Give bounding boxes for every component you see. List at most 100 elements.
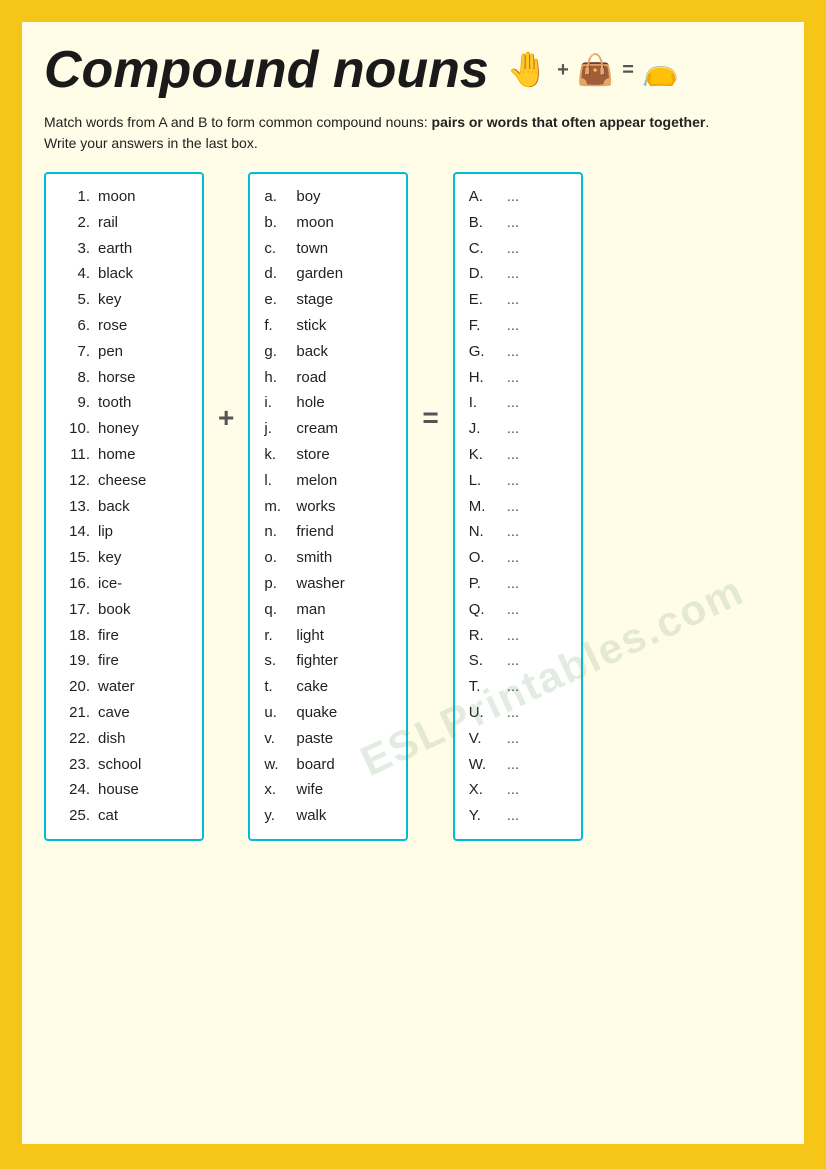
col-c-item: G....: [469, 339, 567, 365]
col-b-item: w.board: [264, 752, 392, 778]
answer-dots: ...: [507, 261, 520, 287]
answer-letter: V.: [469, 726, 499, 752]
handbag-icon: 👝: [642, 53, 679, 88]
item-number: 3.: [60, 236, 90, 262]
item-letter: s.: [264, 648, 286, 674]
item-word: town: [296, 236, 328, 262]
answer-letter: I.: [469, 390, 499, 416]
item-word: cake: [296, 674, 328, 700]
item-letter: h.: [264, 365, 286, 391]
col-c-item: B....: [469, 210, 567, 236]
col-c-item: M....: [469, 494, 567, 520]
col-a-item: 10.honey: [60, 416, 188, 442]
col-b-item: g.back: [264, 339, 392, 365]
item-number: 7.: [60, 339, 90, 365]
column-a-box: 1.moon2.rail3.earth4.black5.key6.rose7.p…: [44, 172, 204, 841]
col-c-item: S....: [469, 648, 567, 674]
item-word: melon: [296, 468, 337, 494]
col-c-item: W....: [469, 752, 567, 778]
col-a-item: 6.rose: [60, 313, 188, 339]
col-b-item: j.cream: [264, 416, 392, 442]
answer-dots: ...: [507, 648, 520, 674]
item-word: washer: [296, 571, 344, 597]
item-word: lip: [98, 519, 113, 545]
item-word: stick: [296, 313, 326, 339]
col-a-item: 23.school: [60, 752, 188, 778]
col-a-item: 2.rail: [60, 210, 188, 236]
item-word: tooth: [98, 390, 131, 416]
col-a-item: 15.key: [60, 545, 188, 571]
item-word: school: [98, 752, 141, 778]
answer-letter: E.: [469, 287, 499, 313]
col-a-item: 20.water: [60, 674, 188, 700]
col-c-item: J....: [469, 416, 567, 442]
item-word: friend: [296, 519, 334, 545]
answer-dots: ...: [507, 777, 520, 803]
item-word: man: [296, 597, 325, 623]
column-c-box: A....B....C....D....E....F....G....H....…: [453, 172, 583, 841]
item-word: quake: [296, 700, 337, 726]
item-number: 13.: [60, 494, 90, 520]
col-a-item: 7.pen: [60, 339, 188, 365]
item-word: store: [296, 442, 329, 468]
answer-dots: ...: [507, 313, 520, 339]
item-word: walk: [296, 803, 326, 829]
col-a-item: 5.key: [60, 287, 188, 313]
item-word: cheese: [98, 468, 146, 494]
plus-operator: +: [218, 172, 234, 434]
col-b-item: r.light: [264, 623, 392, 649]
col-b-item: x.wife: [264, 777, 392, 803]
answer-letter: K.: [469, 442, 499, 468]
answer-letter: N.: [469, 519, 499, 545]
item-number: 8.: [60, 365, 90, 391]
answer-letter: B.: [469, 210, 499, 236]
item-word: home: [98, 442, 136, 468]
item-number: 16.: [60, 571, 90, 597]
item-word: house: [98, 777, 139, 803]
col-b-item: q.man: [264, 597, 392, 623]
col-b-item: f. stick: [264, 313, 392, 339]
answer-letter: C.: [469, 236, 499, 262]
header: Compound nouns 🤚 + 👜 = 👝: [44, 40, 782, 100]
answer-dots: ...: [507, 545, 520, 571]
answer-dots: ...: [507, 287, 520, 313]
header-icons: 🤚 + 👜 = 👝: [507, 50, 679, 90]
item-letter: p.: [264, 571, 286, 597]
answer-letter: F.: [469, 313, 499, 339]
col-c-item: R....: [469, 623, 567, 649]
col-a-item: 11.home: [60, 442, 188, 468]
item-word: cat: [98, 803, 118, 829]
col-a-item: 22.dish: [60, 726, 188, 752]
col-a-item: 8.horse: [60, 365, 188, 391]
col-b-item: e.stage: [264, 287, 392, 313]
col-c-item: H....: [469, 365, 567, 391]
item-word: light: [296, 623, 324, 649]
item-number: 12.: [60, 468, 90, 494]
col-b-item: d.garden: [264, 261, 392, 287]
item-letter: d.: [264, 261, 286, 287]
item-word: stage: [296, 287, 333, 313]
item-number: 4.: [60, 261, 90, 287]
item-word: fire: [98, 623, 119, 649]
item-word: works: [296, 494, 335, 520]
col-b-item: m.works: [264, 494, 392, 520]
item-word: honey: [98, 416, 139, 442]
answer-dots: ...: [507, 803, 520, 829]
answer-letter: T.: [469, 674, 499, 700]
col-c-item: X....: [469, 777, 567, 803]
col-b-item: o.smith: [264, 545, 392, 571]
answer-letter: Y.: [469, 803, 499, 829]
item-letter: f.: [264, 313, 286, 339]
col-b-item: l.melon: [264, 468, 392, 494]
item-word: moon: [98, 184, 136, 210]
col-a-item: 19.fire: [60, 648, 188, 674]
col-c-item: Q....: [469, 597, 567, 623]
item-word: black: [98, 261, 133, 287]
item-number: 19.: [60, 648, 90, 674]
page: Compound nouns 🤚 + 👜 = 👝 Match words fro…: [18, 18, 808, 1148]
answer-dots: ...: [507, 519, 520, 545]
plus-icon: +: [557, 59, 569, 82]
item-letter: k.: [264, 442, 286, 468]
col-b-item: u.quake: [264, 700, 392, 726]
item-number: 20.: [60, 674, 90, 700]
